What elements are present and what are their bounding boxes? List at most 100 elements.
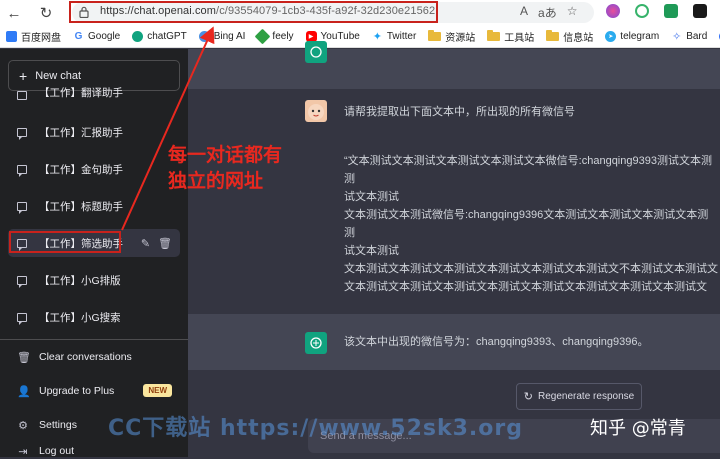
favorite-star-icon[interactable]: ☆: [567, 4, 578, 21]
bookmark-label: 信息站: [563, 33, 594, 44]
bookmark-chatgpt[interactable]: chatGPT: [132, 31, 187, 42]
extension-icons: [606, 4, 707, 18]
sidebar-chat-item[interactable]: 【工作】金句助手: [8, 155, 180, 183]
text-line: “文本测试文本测试文本测试文本测试文本微信号:changqing9393测试文本…: [344, 155, 712, 167]
bookmark-label: Bing AI: [213, 31, 246, 42]
trash-icon[interactable]: 🗑: [158, 237, 172, 250]
chat-item-label: 【工作】小G搜索: [39, 311, 121, 324]
sidebar-chat-item[interactable]: 【工作】翻译助手: [8, 86, 180, 100]
chatgpt-avatar-icon: [305, 41, 327, 63]
chat-bubble-icon: [17, 275, 27, 288]
bookmark-twitter[interactable]: ✦ Twitter: [371, 31, 417, 43]
sidebar-chat-item[interactable]: 【工作】小G排版: [8, 266, 180, 294]
bookmark-folder-tools[interactable]: 工具站: [487, 29, 534, 44]
bookmark-label: telegram: [620, 31, 660, 42]
annotation-line-2: 独立的网址: [168, 170, 264, 192]
clear-conversations-button[interactable]: 🗑 Clear conversations: [8, 343, 180, 371]
bookmark-label: YouTube: [320, 31, 360, 42]
bookmark-feely[interactable]: feely: [255, 28, 294, 45]
user-avatar: [305, 100, 327, 122]
chat-item-label: 【工作】标题助手: [39, 200, 123, 213]
user-icon: 👤: [17, 385, 31, 398]
new-chat-label: New chat: [35, 69, 82, 82]
reload-icon[interactable]: ↻: [36, 3, 56, 23]
address-bar-icons: A aあ ☆: [520, 4, 577, 21]
chat-bubble-icon: [17, 127, 27, 140]
chat-bubble-icon: [17, 91, 27, 100]
bookmark-label: Bard: [686, 31, 708, 42]
assistant-message-row: [188, 41, 720, 89]
folder-icon: [546, 30, 560, 41]
bookmark-label: Google: [88, 31, 121, 42]
user-prompt-text: 请帮我提取出下面文本中，所出现的所有微信号: [344, 106, 575, 118]
text-line: 文本测试文本测试文本测试文本测试文本测试文本测试文本测试文本测试文: [344, 281, 707, 293]
plus-icon: +: [19, 67, 28, 84]
refresh-icon: ↻: [523, 391, 534, 403]
chat-bubble-icon: [17, 201, 27, 214]
chat-item-actions: ✎ 🗑: [141, 237, 172, 250]
back-icon[interactable]: ←: [4, 3, 24, 23]
text-line: 文本测试文本测试微信号:changqing9396文本测试文本测试文本测试文本测: [344, 209, 709, 221]
bard-icon: ✧: [671, 31, 683, 43]
bookmark-folder-resources[interactable]: 资源站: [428, 29, 475, 44]
copilot-icon[interactable]: [606, 4, 620, 18]
sidebar-bottom: 🗑 Clear conversations 👤 Upgrade to Plus …: [0, 339, 188, 458]
shield-icon[interactable]: [664, 4, 678, 18]
baidu-icon: [6, 31, 17, 42]
logout-icon: ⇥: [18, 446, 28, 458]
assistant-reply-text: 该文本中出现的微信号为：changqing9393、changqing9396。: [344, 336, 649, 348]
trash-icon: 🗑: [17, 351, 31, 364]
chatgpt-icon: [132, 31, 144, 42]
upgrade-button[interactable]: 👤 Upgrade to Plus NEW: [8, 377, 180, 405]
text-line: 试文本测试: [344, 191, 399, 203]
feely-icon: [255, 28, 271, 45]
regenerate-label: Regenerate response: [538, 391, 635, 402]
bookmark-label: feely: [272, 31, 294, 42]
folder-icon: [428, 30, 442, 41]
annotation-text: 每一对话都有 独立的网址: [168, 142, 282, 194]
url-highlight-box: [69, 1, 438, 23]
bookmark-label: 工具站: [504, 33, 535, 44]
watermark: CC下载站 https://www.52sk3.org: [108, 416, 523, 441]
edit-pencil-icon[interactable]: ✎: [141, 237, 150, 250]
chat-bubble-icon: [17, 312, 27, 325]
bookmark-label: 资源站: [445, 33, 476, 44]
sidebar: + New chat 【工作】翻译助手 【工作】汇报助手 【工作】金句助手 【工…: [0, 49, 188, 458]
bookmark-label: Twitter: [386, 31, 417, 42]
sidebar-chat-item[interactable]: 【工作】小G搜索: [8, 303, 180, 331]
bookmark-folder-info[interactable]: 信息站: [546, 29, 593, 44]
zhihu-tag: 知乎 @常青: [590, 418, 686, 439]
active-chat-highlight-box: [9, 231, 121, 253]
text-line: 试文本测试: [344, 245, 399, 257]
browser-toolbar: ← ↻ https://chat.openai.com/c/93554079-1…: [0, 0, 720, 26]
user-message-row: 请帮我提取出下面文本中，所出现的所有微信号 “文本测试文本测试文本测试文本测试文…: [188, 89, 720, 314]
upgrade-label: Upgrade to Plus: [39, 385, 115, 397]
folder-icon: [487, 30, 501, 41]
telegram-icon: ➤: [605, 31, 617, 42]
text-line: 测: [344, 227, 355, 239]
extension-dark-icon[interactable]: [693, 4, 707, 18]
settings-label: Settings: [39, 419, 77, 431]
bookmark-bing[interactable]: Bing AI: [198, 31, 246, 42]
chat-ext-icon[interactable]: [635, 4, 649, 18]
read-aloud-icon[interactable]: A: [520, 4, 528, 21]
annotation-line-1: 每一对话都有: [168, 144, 283, 166]
chat-item-label: 【工作】小G排版: [39, 274, 121, 287]
bookmark-baidu[interactable]: 百度网盘: [6, 29, 61, 44]
text-line: 文本测试文本测试文本测试文本测试文本测试文本测试文不本测试文本测试文: [344, 263, 718, 275]
chatgpt-avatar-icon: [305, 332, 327, 354]
bookmark-telegram[interactable]: ➤ telegram: [605, 31, 659, 42]
chat-main: 请帮我提取出下面文本中，所出现的所有微信号 “文本测试文本测试文本测试文本测试文…: [188, 41, 720, 457]
sidebar-chat-item[interactable]: 【工作】汇报助手: [8, 118, 180, 146]
chat-item-label: 【工作】汇报助手: [39, 126, 123, 139]
bookmark-google[interactable]: G Google: [73, 31, 120, 42]
chat-item-label: 【工作】翻译助手: [39, 87, 123, 99]
twitter-icon: ✦: [371, 31, 383, 43]
gear-icon: ⚙: [18, 419, 28, 432]
chat-bubble-icon: [17, 164, 27, 177]
sidebar-chat-item[interactable]: 【工作】标题助手: [8, 192, 180, 220]
bookmarks-bar: 百度网盘 G Google chatGPT Bing AI feely ▶ YouT…: [0, 26, 720, 48]
bookmark-bard[interactable]: ✧ Bard: [671, 31, 708, 43]
translate-icon[interactable]: aあ: [538, 4, 557, 21]
regenerate-response-button[interactable]: ↻ Regenerate response: [516, 383, 642, 410]
